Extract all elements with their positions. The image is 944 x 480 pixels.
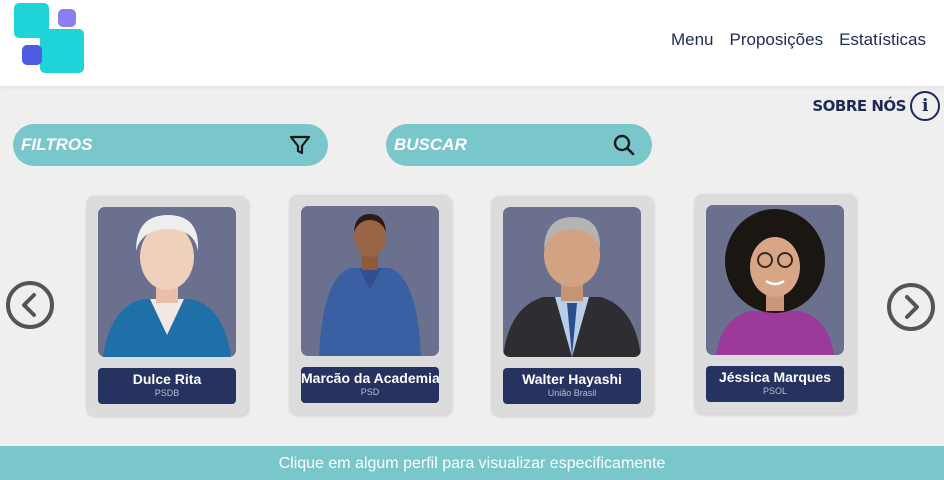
profile-name: Walter Hayashi	[522, 371, 622, 387]
profile-party: PSOL	[762, 386, 787, 396]
profile-photo	[301, 206, 439, 356]
search-icon	[610, 131, 638, 159]
profile-card[interactable]: Walter Hayashi União Brasil	[491, 196, 653, 416]
nav-item-estatisticas[interactable]: Estatísticas	[839, 30, 926, 50]
logo-square-teal-large	[40, 29, 84, 73]
filter-button[interactable]: FILTROS	[13, 124, 328, 166]
nav-item-proposicoes[interactable]: Proposições	[730, 30, 824, 50]
logo-square-blue	[22, 45, 42, 65]
about-label: SOBRE NÓS	[812, 97, 906, 115]
profile-name: Dulce Rita	[132, 371, 202, 387]
profile-party: PSDB	[154, 388, 180, 398]
chevron-right-icon	[905, 295, 919, 319]
info-icon: i	[910, 91, 940, 121]
profile-party: União Brasil	[547, 388, 597, 398]
profile-name: Jéssica Marques	[718, 369, 832, 385]
filter-icon	[286, 131, 314, 159]
nav-item-menu[interactable]: Menu	[671, 30, 714, 50]
app-logo[interactable]	[14, 3, 86, 75]
profile-nameplate: Walter Hayashi União Brasil	[503, 368, 641, 404]
profile-nameplate: Jéssica Marques PSOL	[706, 366, 844, 402]
profile-nameplate: Marcão da Academia PSD	[301, 367, 440, 403]
profile-nameplate: Dulce Rita PSDB	[98, 368, 236, 404]
search-label: BUSCAR	[394, 135, 467, 154]
profile-photo	[706, 205, 844, 355]
chevron-left-icon	[22, 293, 36, 317]
carousel-next-button[interactable]	[887, 283, 935, 331]
logo-square-purple	[58, 9, 76, 27]
profile-card[interactable]: Marcão da Academia PSD	[289, 195, 451, 415]
carousel-prev-button[interactable]	[6, 281, 54, 329]
profile-party: PSD	[360, 387, 380, 397]
about-link[interactable]: SOBRE NÓS i	[812, 91, 940, 121]
profile-card[interactable]: Jéssica Marques PSOL	[694, 194, 856, 414]
search-button[interactable]: BUSCAR	[386, 124, 652, 166]
filter-label: FILTROS	[21, 135, 93, 154]
profile-photo	[98, 207, 236, 357]
profile-card[interactable]: Dulce Rita PSDB	[86, 196, 248, 416]
profile-name: Marcão da Academia	[301, 370, 440, 386]
profile-photo	[503, 207, 641, 357]
top-nav: Menu Proposições Estatísticas	[671, 30, 926, 50]
header: Menu Proposições Estatísticas	[0, 0, 944, 86]
footer-hint: Clique em algum perfil para visualizar e…	[0, 446, 944, 480]
